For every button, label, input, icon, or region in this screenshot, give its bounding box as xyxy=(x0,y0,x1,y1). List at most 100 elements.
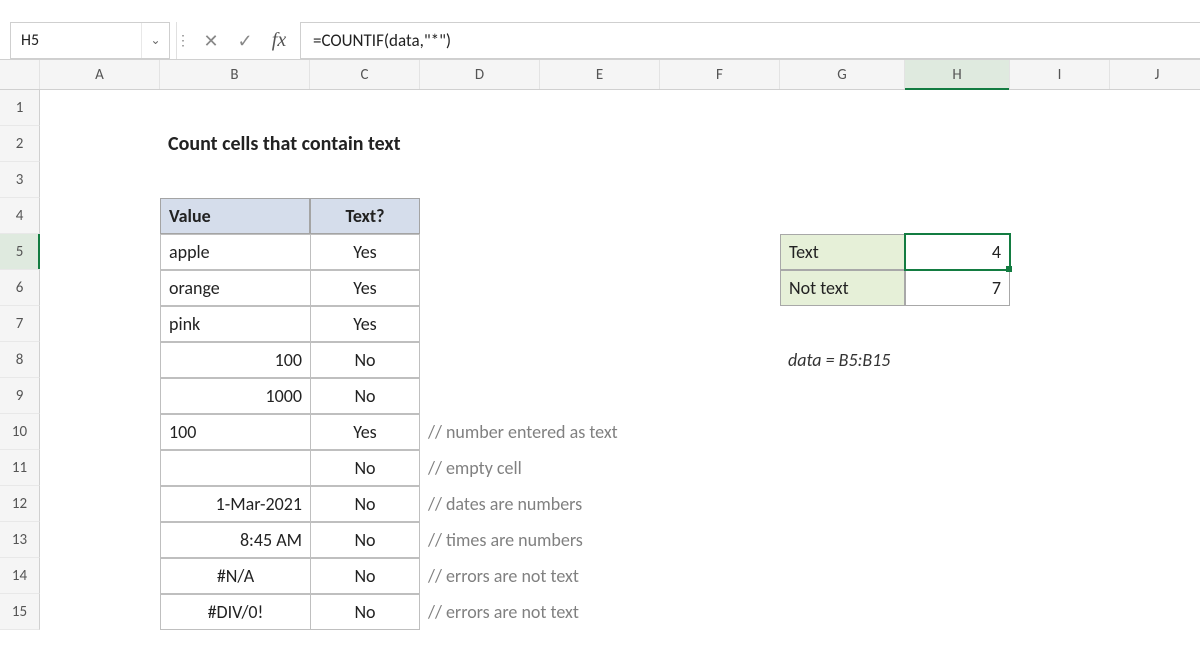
summary-nottext-value[interactable]: 7 xyxy=(905,270,1010,306)
cell-H7[interactable] xyxy=(905,306,1010,342)
cell-J14[interactable] xyxy=(1110,558,1200,594)
cell-F2[interactable] xyxy=(660,126,780,162)
cell-I14[interactable] xyxy=(1010,558,1110,594)
cell-I5[interactable] xyxy=(1010,234,1110,270)
cell-H12[interactable] xyxy=(905,486,1010,522)
row-header-4[interactable]: 4 xyxy=(0,198,40,234)
accept-formula-button[interactable]: ✓ xyxy=(230,22,260,59)
cell-G2[interactable] xyxy=(780,126,905,162)
cell-G15[interactable] xyxy=(780,594,905,630)
cancel-formula-button[interactable]: ✕ xyxy=(196,22,226,59)
column-header-I[interactable]: I xyxy=(1010,60,1110,89)
cell-H9[interactable] xyxy=(905,378,1010,414)
cell-H11[interactable] xyxy=(905,450,1010,486)
cell-F5[interactable] xyxy=(660,234,780,270)
cell-H10[interactable] xyxy=(905,414,1010,450)
cell-I1[interactable] xyxy=(1010,90,1110,126)
cell-B3[interactable] xyxy=(160,162,310,198)
column-header-G[interactable]: G xyxy=(780,60,905,89)
cell-I15[interactable] xyxy=(1010,594,1110,630)
cell-G9[interactable] xyxy=(780,378,905,414)
column-header-F[interactable]: F xyxy=(660,60,780,89)
table-text-8[interactable]: No xyxy=(310,342,420,378)
cell-E1[interactable] xyxy=(540,90,660,126)
table-value-13[interactable]: 8:45 AM xyxy=(160,522,310,558)
cell-G7[interactable] xyxy=(780,306,905,342)
select-all-corner[interactable] xyxy=(0,60,40,89)
cell-I8[interactable] xyxy=(1010,342,1110,378)
cell-I3[interactable] xyxy=(1010,162,1110,198)
cell-F7[interactable] xyxy=(660,306,780,342)
cell-D9[interactable] xyxy=(420,378,540,414)
column-header-J[interactable]: J xyxy=(1110,60,1200,89)
cell-I9[interactable] xyxy=(1010,378,1110,414)
cell-F1[interactable] xyxy=(660,90,780,126)
row-header-11[interactable]: 11 xyxy=(0,450,40,486)
cell-J2[interactable] xyxy=(1110,126,1200,162)
table-text-12[interactable]: No xyxy=(310,486,420,522)
summary-text-label[interactable]: Text xyxy=(780,234,905,270)
cell-G11[interactable] xyxy=(780,450,905,486)
cell-E5[interactable] xyxy=(540,234,660,270)
cell-J13[interactable] xyxy=(1110,522,1200,558)
cell-I2[interactable] xyxy=(1010,126,1110,162)
cell-F3[interactable] xyxy=(660,162,780,198)
row-header-15[interactable]: 15 xyxy=(0,594,40,630)
cell-I6[interactable] xyxy=(1010,270,1110,306)
row-header-5[interactable]: 5 xyxy=(0,234,40,270)
column-header-H[interactable]: H xyxy=(905,60,1010,89)
cell-J12[interactable] xyxy=(1110,486,1200,522)
cell-J10[interactable] xyxy=(1110,414,1200,450)
table-value-11[interactable] xyxy=(160,450,310,486)
column-header-A[interactable]: A xyxy=(40,60,160,89)
cell-A15[interactable] xyxy=(40,594,160,630)
cell-J7[interactable] xyxy=(1110,306,1200,342)
cell-A13[interactable] xyxy=(40,522,160,558)
cell-E4[interactable] xyxy=(540,198,660,234)
cell-D5[interactable] xyxy=(420,234,540,270)
cell-I12[interactable] xyxy=(1010,486,1110,522)
cell-G12[interactable] xyxy=(780,486,905,522)
table-value-9[interactable]: 1000 xyxy=(160,378,310,414)
summary-text-value[interactable]: 4 xyxy=(905,234,1010,270)
cell-G4[interactable] xyxy=(780,198,905,234)
table-text-11[interactable]: No xyxy=(310,450,420,486)
cell-H4[interactable] xyxy=(905,198,1010,234)
row-header-8[interactable]: 8 xyxy=(0,342,40,378)
cell-G10[interactable] xyxy=(780,414,905,450)
insert-function-button[interactable]: fx xyxy=(264,22,294,59)
row-header-12[interactable]: 12 xyxy=(0,486,40,522)
column-header-B[interactable]: B xyxy=(160,60,310,89)
cell-G1[interactable] xyxy=(780,90,905,126)
table-text-14[interactable]: No xyxy=(310,558,420,594)
cell-A1[interactable] xyxy=(40,90,160,126)
table-value-8[interactable]: 100 xyxy=(160,342,310,378)
cell-E3[interactable] xyxy=(540,162,660,198)
cell-J1[interactable] xyxy=(1110,90,1200,126)
cell-F4[interactable] xyxy=(660,198,780,234)
row-header-9[interactable]: 9 xyxy=(0,378,40,414)
worksheet-grid[interactable]: 12Count cells that contain text34ValueTe… xyxy=(0,90,1200,630)
cell-D8[interactable] xyxy=(420,342,540,378)
cell-E8[interactable] xyxy=(540,342,660,378)
cell-A6[interactable] xyxy=(40,270,160,306)
cell-J9[interactable] xyxy=(1110,378,1200,414)
cell-A4[interactable] xyxy=(40,198,160,234)
cell-D1[interactable] xyxy=(420,90,540,126)
cell-J4[interactable] xyxy=(1110,198,1200,234)
cell-H2[interactable] xyxy=(905,126,1010,162)
cell-A8[interactable] xyxy=(40,342,160,378)
table-text-15[interactable]: No xyxy=(310,594,420,630)
cell-G14[interactable] xyxy=(780,558,905,594)
table-value-6[interactable]: orange xyxy=(160,270,310,306)
cell-J8[interactable] xyxy=(1110,342,1200,378)
cell-A3[interactable] xyxy=(40,162,160,198)
name-box[interactable]: H5 ⌄ xyxy=(10,22,170,59)
table-text-10[interactable]: Yes xyxy=(310,414,420,450)
row-header-2[interactable]: 2 xyxy=(0,126,40,162)
formula-input[interactable]: =COUNTIF(data,"*") xyxy=(300,22,1200,59)
cell-A2[interactable] xyxy=(40,126,160,162)
cell-H13[interactable] xyxy=(905,522,1010,558)
cell-G3[interactable] xyxy=(780,162,905,198)
cell-A14[interactable] xyxy=(40,558,160,594)
